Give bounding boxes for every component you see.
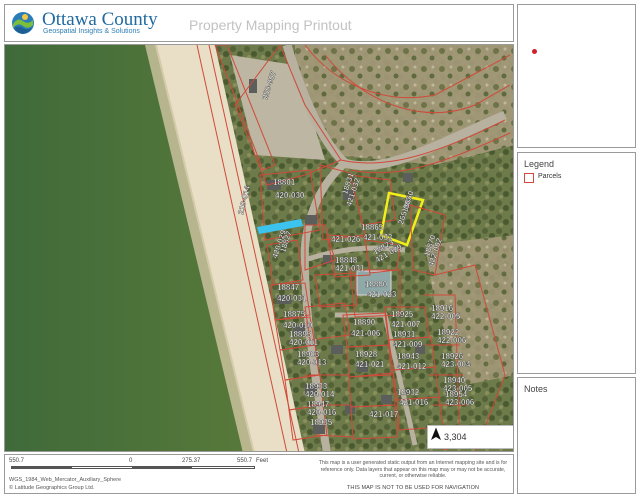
scale-tick-zero: 0 (129, 458, 133, 464)
parcel-label: 421-016 (399, 398, 429, 407)
parcel-label: 18932 (397, 388, 420, 397)
copyright-label: © Latitude Geographics Group Ltd. (9, 485, 95, 491)
parcel-label: 420-013 (297, 358, 327, 367)
aerial-map[interactable]: 250-00718801420-030210-01418831421-032 18… (5, 45, 514, 452)
parcel-label: 421-023 (367, 290, 397, 299)
parcel-label: 420-031 (277, 294, 307, 303)
parcel-label: 18890 (353, 318, 376, 327)
notes-panel: Notes (517, 377, 636, 494)
map-frame[interactable]: 250-007 18801 420-030 210-014 18831 421-032 18… (4, 44, 514, 452)
parcel-label: 18801 (273, 178, 296, 187)
scale-tick-left: 550.7 (9, 458, 25, 464)
parcel-label: 18943 (397, 352, 420, 361)
parcel-label: 18928 (355, 350, 378, 359)
parcel-label: 420-030 (275, 191, 305, 200)
parcel-label: 18935 (310, 418, 333, 427)
parcel-label: 18931 (393, 330, 416, 339)
print-title: Property Mapping Printout (189, 17, 352, 33)
parcel-label: 421-012 (397, 362, 427, 371)
parcel-label: 420-010 (283, 321, 313, 330)
parcel-label: 423-004 (441, 360, 471, 369)
ottawa-county-logo-icon (12, 12, 34, 34)
legend-item-parcels: Parcels (538, 173, 562, 180)
parcel-label: 421-017 (369, 410, 399, 419)
header-panel: Ottawa County Geospatial Insights & Solu… (4, 4, 514, 42)
parcel-label: 421-026 (331, 235, 361, 244)
legend-title: Legend (524, 159, 555, 169)
location-marker-icon (532, 49, 537, 54)
parcel-label: 18925 (391, 310, 414, 319)
parcel-label: 18875 (283, 310, 306, 319)
scale-tick-mid: 275.37 (182, 458, 201, 464)
parcel-label: 422-005 (431, 312, 461, 321)
parcel-label: 18880 (365, 280, 388, 289)
parcel-label: 421-009 (393, 340, 423, 349)
org-tagline: Geospatial Insights & Solutions (43, 28, 140, 35)
footer-panel: 550.7 0 275.37 550.7 Feet WGS_1984_Web_M… (4, 454, 514, 494)
navigation-warning: THIS MAP IS NOT TO BE USED FOR NAVIGATIO… (346, 485, 480, 491)
parcel-label: 420-014 (305, 390, 335, 399)
scale-tick-right: 550.7 (237, 458, 253, 464)
parcel-label: 18865 (361, 223, 384, 232)
parcel-label: 421-007 (391, 320, 421, 329)
parcel-label: 420-016 (307, 408, 337, 417)
scale-bar (11, 466, 255, 469)
parcel-label: 18847 (277, 283, 300, 292)
parcels-swatch-icon (524, 173, 534, 183)
scale-unit: Feet (256, 458, 269, 464)
scale-widget: 1: 3,304 (427, 425, 513, 449)
north-arrow-icon (428, 426, 444, 442)
projection-label: WGS_1984_Web_Mercator_Auxiliary_Sphere (9, 477, 122, 483)
parcel-label: 423-006 (445, 398, 475, 407)
notes-title: Notes (524, 384, 548, 394)
parcel-label: 421-031 (335, 264, 365, 273)
parcel-label: 422-006 (437, 336, 467, 345)
legend-panel: Legend Parcels (517, 152, 636, 374)
disclaimer-text: This map is a user generated static outp… (318, 460, 508, 480)
parcel-label: 421-021 (355, 360, 385, 369)
overview-map (517, 4, 636, 148)
parcel-label: 421-006 (351, 329, 381, 338)
parcel-label: 420-011 (289, 338, 318, 347)
